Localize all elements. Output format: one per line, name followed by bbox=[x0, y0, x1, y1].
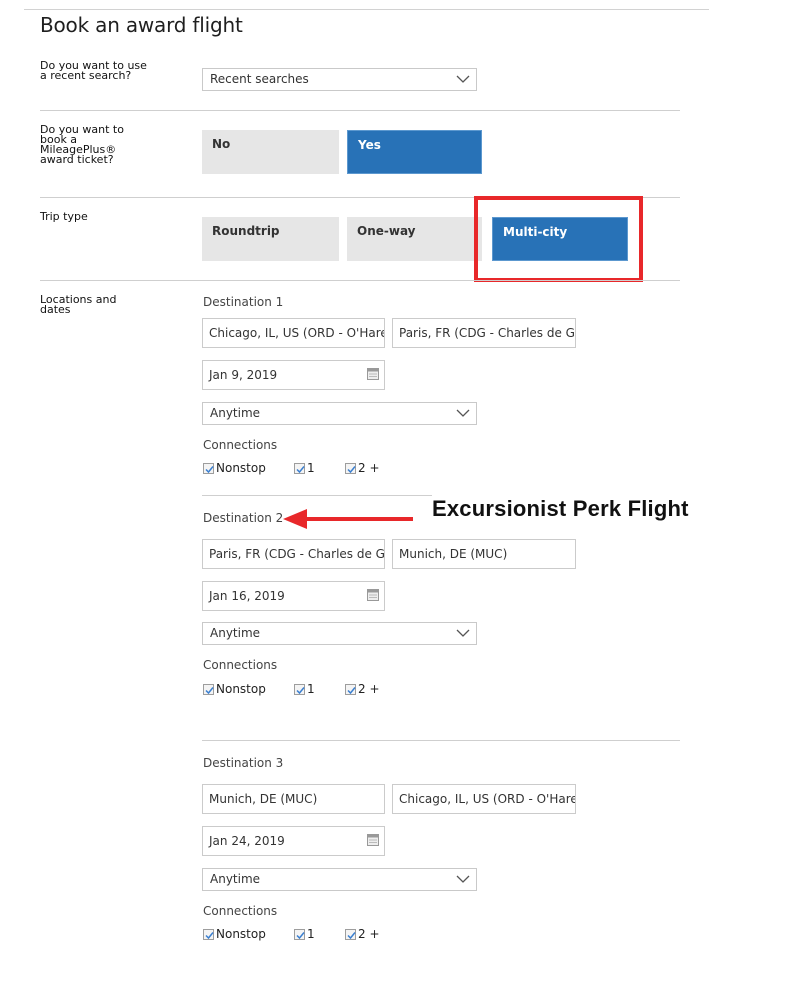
calendar-icon[interactable] bbox=[367, 833, 379, 846]
divider bbox=[40, 197, 680, 198]
destination-3-time-value: Anytime bbox=[210, 872, 261, 886]
destination-3-nonstop-checkbox[interactable]: Nonstop bbox=[203, 927, 266, 941]
trip-roundtrip-button[interactable]: Roundtrip bbox=[202, 217, 339, 261]
destination-1-time-value: Anytime bbox=[210, 406, 261, 420]
destination-1-from-input[interactable]: Chicago, IL, US (ORD - O'Hare) bbox=[202, 318, 385, 348]
checkbox-checked-icon bbox=[203, 928, 214, 940]
recent-searches-value: Recent searches bbox=[210, 72, 309, 86]
chevron-down-icon bbox=[456, 409, 470, 417]
destination-3-label: Destination 3 bbox=[203, 756, 284, 770]
destination-1-two-plus-checkbox[interactable]: 2 + bbox=[345, 461, 380, 475]
page-title: Book an award flight bbox=[40, 13, 243, 37]
destination-3-one-stop-checkbox[interactable]: 1 bbox=[294, 927, 315, 941]
destination-3-date-value: Jan 24, 2019 bbox=[209, 834, 285, 848]
destination-1-date-input[interactable]: Jan 9, 2019 bbox=[202, 360, 385, 390]
destination-2-date-input[interactable]: Jan 16, 2019 bbox=[202, 581, 385, 611]
checkbox-checked-icon bbox=[345, 462, 356, 474]
destination-2-to-input[interactable]: Munich, DE (MUC) bbox=[392, 539, 576, 569]
destination-3-time-select[interactable]: Anytime bbox=[202, 868, 477, 891]
chevron-down-icon bbox=[456, 875, 470, 883]
destination-1-date-value: Jan 9, 2019 bbox=[209, 368, 278, 382]
divider bbox=[40, 280, 680, 281]
locations-question: Locations and dates bbox=[40, 293, 117, 316]
trip-oneway-button[interactable]: One-way bbox=[347, 217, 482, 261]
annotation-label: Excursionist Perk Flight bbox=[432, 496, 689, 521]
checkbox-checked-icon bbox=[345, 928, 356, 940]
top-divider bbox=[24, 9, 709, 10]
trip-multicity-button[interactable]: Multi-city bbox=[492, 217, 628, 261]
chevron-down-icon bbox=[456, 629, 470, 637]
destination-2-two-plus-checkbox[interactable]: 2 + bbox=[345, 682, 380, 696]
destination-1-to-input[interactable]: Paris, FR (CDG - Charles de Ga bbox=[392, 318, 576, 348]
chevron-down-icon bbox=[456, 75, 470, 83]
checkbox-checked-icon bbox=[203, 462, 214, 474]
award-ticket-question: Do you want to book a MileagePlus® award… bbox=[40, 123, 124, 166]
destination-1-one-stop-checkbox[interactable]: 1 bbox=[294, 461, 315, 475]
destination-3-date-input[interactable]: Jan 24, 2019 bbox=[202, 826, 385, 856]
destination-3-to-input[interactable]: Chicago, IL, US (ORD - O'Hare) bbox=[392, 784, 576, 814]
checkbox-checked-icon bbox=[294, 683, 305, 695]
checkbox-checked-icon bbox=[294, 928, 305, 940]
destination-3-from-input[interactable]: Munich, DE (MUC) bbox=[202, 784, 385, 814]
destination-1-label: Destination 1 bbox=[203, 295, 284, 309]
destination-1-connections-label: Connections bbox=[203, 438, 278, 452]
destination-2-date-value: Jan 16, 2019 bbox=[209, 589, 285, 603]
destination-2-from-input[interactable]: Paris, FR (CDG - Charles de Ga bbox=[202, 539, 385, 569]
award-no-button[interactable]: No bbox=[202, 130, 339, 174]
destination-2-label: Destination 2 bbox=[203, 511, 284, 525]
divider bbox=[40, 110, 680, 111]
destination-1-time-select[interactable]: Anytime bbox=[202, 402, 477, 425]
recent-search-question: Do you want to use a recent search? bbox=[40, 59, 147, 82]
destination-2-nonstop-checkbox[interactable]: Nonstop bbox=[203, 682, 266, 696]
destination-2-time-select[interactable]: Anytime bbox=[202, 622, 477, 645]
checkbox-checked-icon bbox=[294, 462, 305, 474]
divider bbox=[202, 495, 432, 496]
trip-type-question: Trip type bbox=[40, 210, 88, 223]
destination-2-connections-label: Connections bbox=[203, 658, 278, 672]
annotation-arrow-icon bbox=[283, 509, 413, 529]
destination-1-nonstop-checkbox[interactable]: Nonstop bbox=[203, 461, 266, 475]
recent-searches-select[interactable]: Recent searches bbox=[202, 68, 477, 91]
award-yes-button[interactable]: Yes bbox=[347, 130, 482, 174]
calendar-icon[interactable] bbox=[367, 588, 379, 601]
calendar-icon[interactable] bbox=[367, 367, 379, 380]
checkbox-checked-icon bbox=[203, 683, 214, 695]
destination-2-time-value: Anytime bbox=[210, 626, 261, 640]
destination-3-connections-label: Connections bbox=[203, 904, 278, 918]
destination-2-one-stop-checkbox[interactable]: 1 bbox=[294, 682, 315, 696]
divider bbox=[202, 740, 680, 741]
destination-3-two-plus-checkbox[interactable]: 2 + bbox=[345, 927, 380, 941]
checkbox-checked-icon bbox=[345, 683, 356, 695]
